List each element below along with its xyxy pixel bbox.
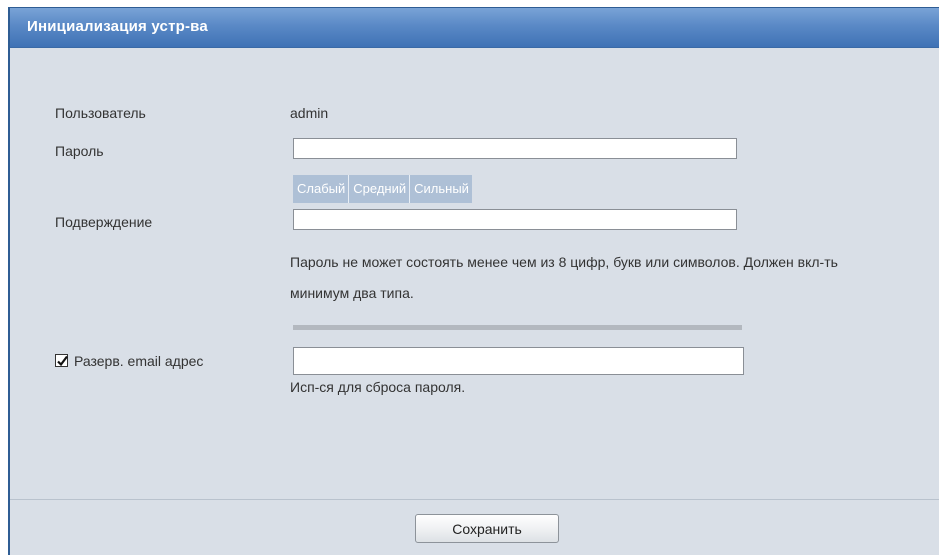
dialog-title: Инициализация устр-ва — [27, 18, 208, 35]
user-label: Пользователь — [55, 105, 146, 121]
strength-weak: Слабый — [293, 175, 350, 203]
confirm-label: Подверждение — [55, 214, 153, 230]
user-value: admin — [290, 105, 329, 121]
form-body: Пользователь admin Пароль Слабый Средний… — [10, 48, 939, 499]
email-hint: Исп-ся для сброса пароля. — [290, 379, 466, 395]
password-strength-indicator: Слабый Средний Сильный — [293, 175, 472, 203]
strength-medium: Средний — [349, 175, 411, 203]
password-label: Пароль — [55, 143, 104, 159]
email-label: Разерв. email адрес — [74, 353, 204, 369]
email-checkbox[interactable] — [55, 354, 68, 367]
save-button[interactable]: Сохранить — [415, 514, 559, 543]
init-device-dialog: Инициализация устр-ва Пользователь admin… — [8, 7, 939, 555]
separator-bar — [293, 325, 742, 330]
strength-strong: Сильный — [414, 181, 469, 196]
check-icon — [57, 355, 68, 367]
email-input[interactable] — [293, 347, 744, 375]
password-hint: Пароль не может состоять менее чем из 8 … — [290, 254, 838, 301]
title-bar: Инициализация устр-ва — [10, 8, 939, 48]
confirm-password-input[interactable] — [293, 209, 737, 230]
password-input[interactable] — [293, 138, 737, 159]
dialog-footer: Сохранить — [10, 499, 939, 555]
